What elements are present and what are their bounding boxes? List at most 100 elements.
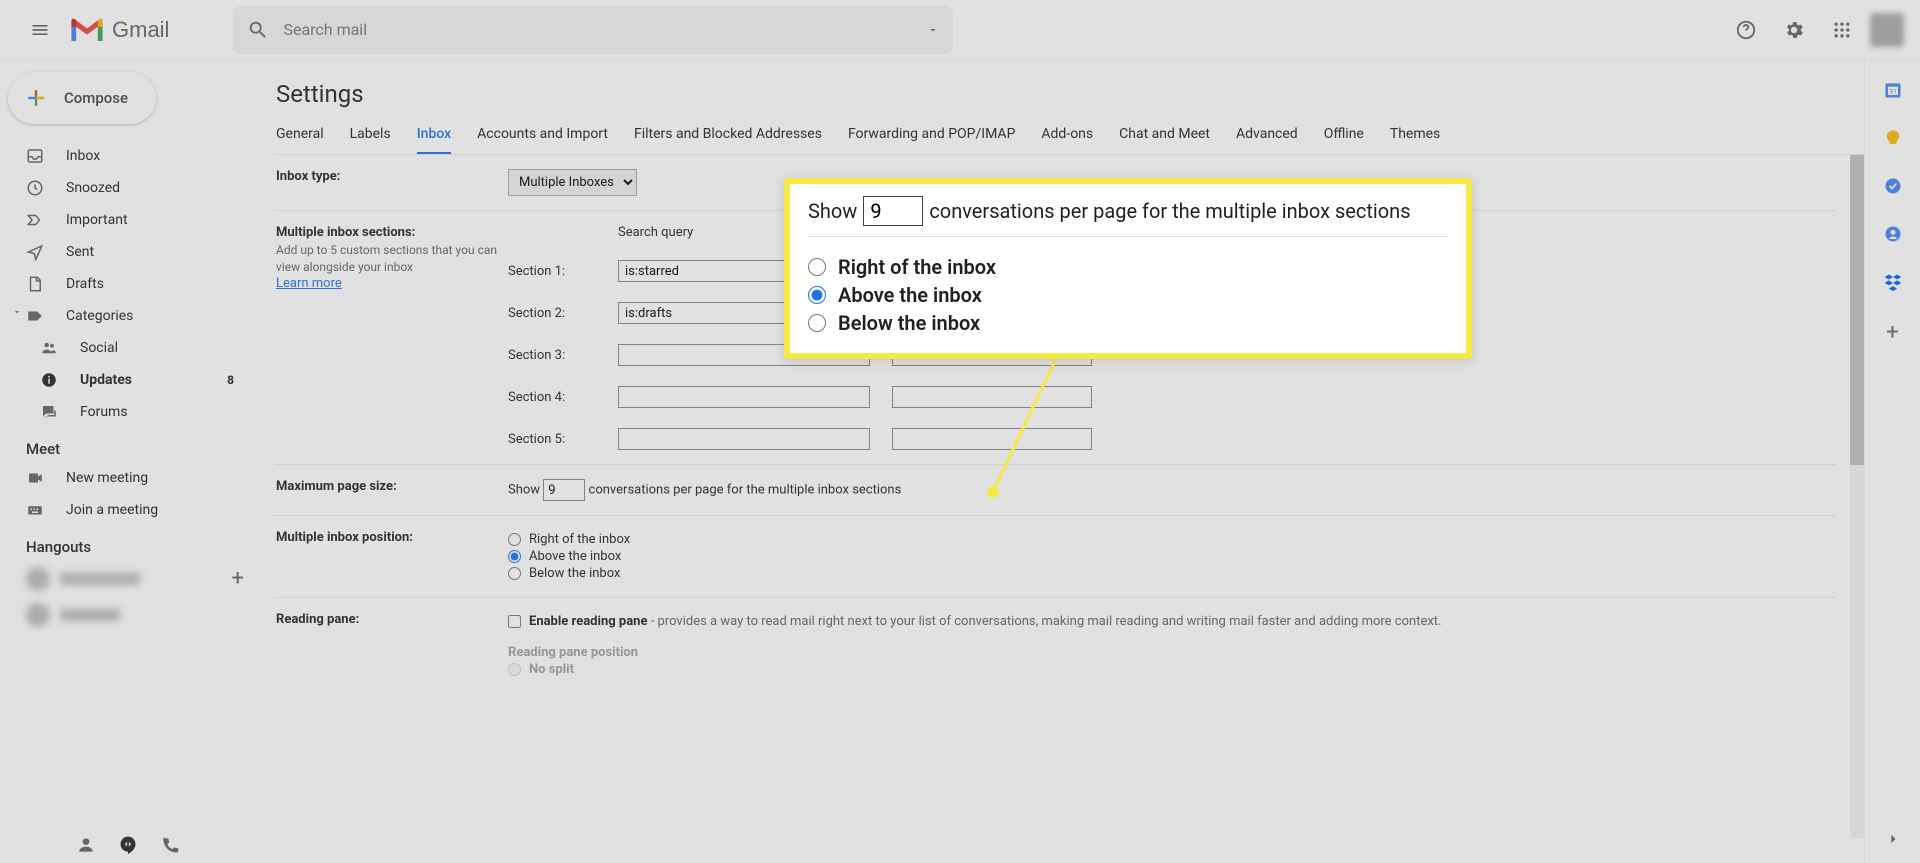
- plus-icon: [22, 84, 50, 112]
- pos-right[interactable]: [508, 533, 521, 546]
- nav-important[interactable]: Important: [0, 204, 256, 236]
- tab-inbox[interactable]: Inbox: [417, 126, 451, 155]
- setting-label: Inbox type:: [276, 169, 508, 196]
- scrollbar[interactable]: [1850, 155, 1864, 838]
- callout-page-size[interactable]: [863, 196, 923, 226]
- nav-label: Sent: [66, 244, 94, 260]
- page-size-input[interactable]: [543, 479, 585, 501]
- pos-above[interactable]: [508, 550, 521, 563]
- callout-pos-below[interactable]: [808, 314, 826, 332]
- section5-name[interactable]: [892, 428, 1092, 450]
- nav-label: New meeting: [66, 470, 148, 486]
- section5-query[interactable]: [618, 428, 870, 450]
- reading-pos-head: Reading pane position: [508, 645, 1834, 660]
- nav-updates[interactable]: Updates8: [0, 364, 256, 396]
- tab-labels[interactable]: Labels: [350, 126, 391, 154]
- inbox-type-select[interactable]: Multiple Inboxes: [508, 169, 637, 196]
- setting-reading-pane: Reading pane: Enable reading pane - prov…: [274, 598, 1836, 693]
- keep-app[interactable]: [1883, 128, 1903, 148]
- row-label: Section 2:: [508, 306, 596, 321]
- hangouts-user[interactable]: +: [0, 560, 256, 597]
- drafts-icon: [26, 275, 46, 293]
- svg-text:31: 31: [1889, 87, 1896, 95]
- gear-icon: [1783, 19, 1805, 41]
- hangouts-tab[interactable]: [118, 835, 138, 855]
- main-menu-button[interactable]: [16, 6, 64, 54]
- nav-label: Categories: [66, 308, 133, 324]
- important-icon: [26, 211, 46, 229]
- nav-categories[interactable]: Categories: [0, 300, 256, 332]
- tab-offline[interactable]: Offline: [1324, 126, 1364, 154]
- learn-more-link[interactable]: Learn more: [276, 276, 342, 291]
- header-actions: [1726, 10, 1904, 50]
- settings-button[interactable]: [1774, 10, 1814, 50]
- row-label: Section 5:: [508, 432, 596, 447]
- hangouts-contact[interactable]: [0, 597, 256, 633]
- contacts-app[interactable]: [1883, 224, 1903, 244]
- section4-query[interactable]: [618, 386, 870, 408]
- search-input[interactable]: [283, 20, 927, 39]
- setting-label: Reading pane:: [276, 612, 508, 679]
- nav-label: Important: [66, 212, 128, 228]
- enable-reading-pane[interactable]: [508, 615, 521, 628]
- gmail-logo[interactable]: Gmail: [68, 16, 169, 44]
- sidebar: Compose Inbox Snoozed Important Sent Dra…: [0, 60, 256, 863]
- no-split-radio: [508, 663, 521, 676]
- tab-general[interactable]: General: [276, 126, 324, 154]
- hangouts-header: Hangouts: [0, 526, 256, 560]
- tab-accounts[interactable]: Accounts and Import: [477, 126, 608, 154]
- tasks-app[interactable]: [1883, 176, 1903, 196]
- get-addons[interactable]: +: [1883, 320, 1903, 340]
- chevron-tag-icon: [12, 307, 46, 325]
- nav-snoozed[interactable]: Snoozed: [0, 172, 256, 204]
- callout-pos-right[interactable]: [808, 258, 826, 276]
- setting-label: Multiple inbox sections: Add up to 5 cus…: [276, 225, 508, 450]
- calendar-app[interactable]: 31: [1883, 80, 1903, 100]
- nav-forums[interactable]: Forums: [0, 396, 256, 428]
- tab-forwarding[interactable]: Forwarding and POP/IMAP: [848, 126, 1015, 154]
- row-label: Section 1:: [508, 264, 596, 279]
- tab-themes[interactable]: Themes: [1390, 126, 1440, 154]
- tab-chat[interactable]: Chat and Meet: [1119, 126, 1210, 154]
- compose-label: Compose: [64, 89, 128, 107]
- nav-social[interactable]: Social: [0, 332, 256, 364]
- tab-filters[interactable]: Filters and Blocked Addresses: [634, 126, 822, 154]
- compose-button[interactable]: Compose: [8, 72, 156, 124]
- contacts-tab[interactable]: [76, 835, 96, 855]
- setting-max-page: Maximum page size: Show conversations pe…: [274, 465, 1836, 516]
- callout-pos-above[interactable]: [808, 286, 826, 304]
- nav-inbox[interactable]: Inbox: [0, 140, 256, 172]
- help-button[interactable]: [1726, 10, 1766, 50]
- account-avatar[interactable]: [1870, 13, 1904, 47]
- social-icon: [40, 339, 60, 357]
- nav-label: Social: [80, 340, 118, 356]
- section4-name[interactable]: [892, 386, 1092, 408]
- collapse-panel[interactable]: [1883, 829, 1903, 849]
- sent-icon: [26, 243, 46, 261]
- side-panel: 31 +: [1864, 60, 1920, 863]
- tab-addons[interactable]: Add-ons: [1041, 126, 1093, 154]
- instruction-callout: Show conversations per page for the mult…: [784, 178, 1472, 359]
- keyboard-icon: [26, 501, 46, 519]
- nav-label: Snoozed: [66, 180, 120, 196]
- nav-label: Forums: [80, 404, 128, 420]
- apps-button[interactable]: [1822, 10, 1862, 50]
- tab-advanced[interactable]: Advanced: [1236, 126, 1298, 154]
- setting-position: Multiple inbox position: Right of the in…: [274, 516, 1836, 598]
- hangouts-add[interactable]: +: [232, 566, 244, 591]
- inbox-icon: [26, 147, 46, 165]
- dropbox-app[interactable]: [1883, 272, 1903, 292]
- nav-label: Inbox: [66, 148, 100, 164]
- phone-tab[interactable]: [160, 835, 180, 855]
- settings-tabs: General Labels Inbox Accounts and Import…: [274, 126, 1864, 155]
- search-options-icon[interactable]: [927, 24, 939, 36]
- nav-drafts[interactable]: Drafts: [0, 268, 256, 300]
- meet-new[interactable]: New meeting: [0, 462, 256, 494]
- meet-join[interactable]: Join a meeting: [0, 494, 256, 526]
- nav-label: Drafts: [66, 276, 104, 292]
- clock-icon: [26, 179, 46, 197]
- nav-label: Updates: [80, 372, 132, 388]
- search-bar[interactable]: [233, 6, 953, 54]
- pos-below[interactable]: [508, 567, 521, 580]
- nav-sent[interactable]: Sent: [0, 236, 256, 268]
